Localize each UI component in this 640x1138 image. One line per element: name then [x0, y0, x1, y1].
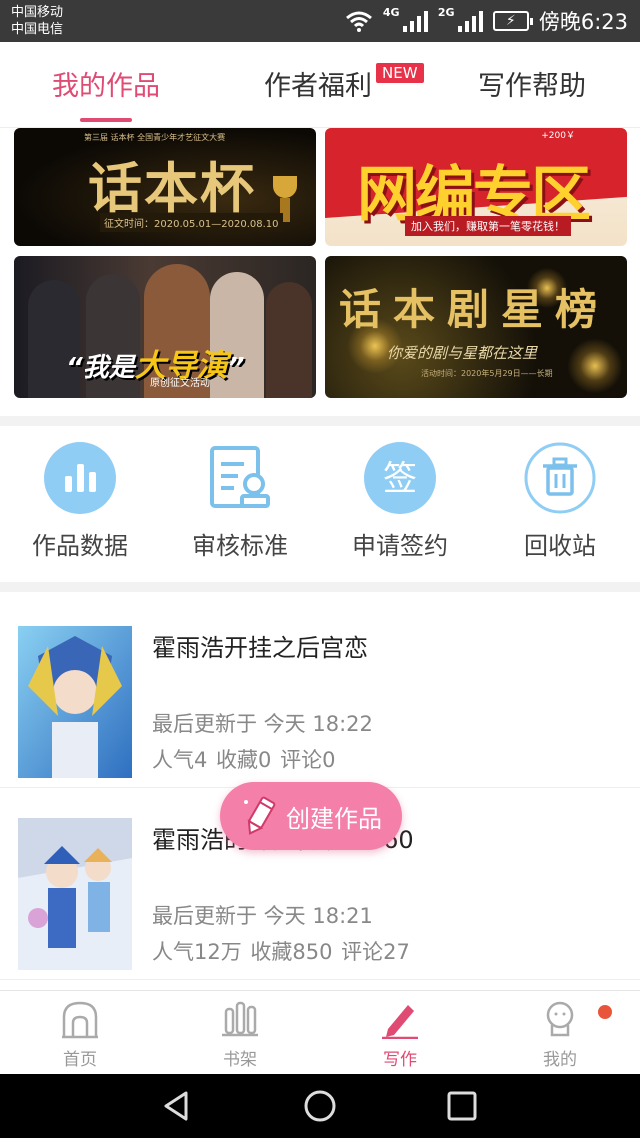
create-work-label: 创建作品 — [286, 804, 382, 833]
work-title: 霍雨浩开挂之后宫恋 — [152, 634, 368, 662]
top-tabs: 我的作品 作者福利 NEW 写作帮助 — [0, 42, 640, 128]
quick-review-standard[interactable]: 审核标准 — [160, 442, 320, 561]
work-stats: 人气4 收藏0 评论0 — [152, 748, 336, 772]
trash-icon — [524, 442, 596, 514]
home-button-icon[interactable] — [303, 1089, 337, 1123]
quick-works-data[interactable]: 作品数据 — [0, 442, 160, 561]
quick-label: 申请签约 — [352, 532, 448, 560]
carrier-info: 中国移动 中国电信 — [11, 4, 63, 38]
status-bar: 中国移动 中国电信 4G 2G ⚡ 傍晚6:23 — [0, 0, 640, 42]
nav-label: 我的 — [543, 1050, 577, 1070]
banner-director[interactable]: “我是大导演” 原创征文活动 — [14, 256, 316, 398]
section-divider — [0, 582, 640, 592]
new-badge: NEW — [376, 63, 424, 83]
nav-profile[interactable]: 我的 — [480, 999, 640, 1070]
create-work-button[interactable]: 创建作品 — [220, 782, 402, 850]
battery-charging-icon: ⚡ — [492, 11, 533, 31]
clock: 傍晚6:23 — [538, 10, 628, 34]
person-image — [266, 282, 312, 398]
work-cover-image — [18, 626, 132, 778]
system-nav-bar — [0, 1074, 640, 1138]
notification-dot — [598, 1005, 612, 1019]
bottom-nav: 首页 书架 写作 我的 — [0, 990, 640, 1074]
section-divider — [0, 416, 640, 426]
back-icon[interactable] — [160, 1089, 194, 1123]
bookshelf-icon — [222, 1001, 258, 1037]
banner-star-ranking-subtitle: 你爱的剧与星都在这里 — [387, 344, 538, 362]
work-stats: 人气12万 收藏850 评论27 — [152, 940, 410, 964]
banner-star-ranking[interactable]: 话本剧星榜 你爱的剧与星都在这里 活动时间：2020年5月29日——长期 — [325, 256, 627, 398]
banner-director-subtitle: 原创征文活动 — [150, 378, 210, 389]
banner-editor-amount: +200￥ — [541, 131, 575, 141]
work-last-updated: 最后更新于 今天 18:22 — [152, 712, 373, 736]
nav-bookshelf[interactable]: 书架 — [160, 999, 320, 1070]
quick-label: 作品数据 — [32, 532, 128, 560]
carrier-1: 中国移动 — [11, 5, 64, 20]
work-cover-image — [18, 818, 132, 970]
banner-director-title-pre: “我是 — [66, 353, 135, 383]
quick-recycle-bin[interactable]: 回收站 — [480, 442, 640, 561]
bar-chart-icon — [44, 442, 116, 514]
nav-label: 写作 — [383, 1050, 417, 1070]
banner-huaben-cup-date: 征文时间：2020.05.01—2020.08.10 — [100, 213, 283, 232]
nav-label: 首页 — [63, 1050, 97, 1070]
nav-label: 书架 — [223, 1050, 257, 1070]
banner-editor-zone[interactable]: +200￥ 网编专区 加入我们，赚取第一笔零花钱！ — [325, 128, 627, 246]
firework-decoration — [565, 336, 625, 396]
quick-apply-contract[interactable]: 签 申请签约 — [320, 442, 480, 561]
work-last-updated: 最后更新于 今天 18:21 — [152, 904, 373, 928]
carrier-2: 中国电信 — [11, 22, 64, 37]
signal-4g-icon: 4G — [383, 6, 428, 32]
nav-write[interactable]: 写作 — [320, 999, 480, 1070]
review-document-icon — [210, 446, 270, 508]
banner-editor-subtitle: 加入我们，赚取第一笔零花钱！ — [405, 216, 571, 236]
tab-author-benefits[interactable]: 作者福利 — [264, 64, 372, 103]
nav-home[interactable]: 首页 — [0, 999, 160, 1070]
svg-text:签: 签 — [383, 459, 417, 499]
signal-2g-icon: 2G — [438, 6, 483, 32]
home-icon — [62, 1001, 98, 1039]
quick-actions: 作品数据 审核标准 签 申请签约 回收站 — [0, 426, 640, 582]
banner-star-ranking-date: 活动时间：2020年5月29日——长期 — [421, 369, 553, 378]
pen-icon — [382, 1005, 418, 1039]
tab-my-works[interactable]: 我的作品 — [52, 64, 160, 103]
active-tab-indicator — [80, 118, 132, 122]
recent-apps-icon[interactable] — [445, 1089, 479, 1123]
profile-icon — [546, 1001, 574, 1037]
status-right: 4G 2G ⚡ 傍晚6:23 — [345, 6, 628, 34]
banner-star-ranking-title: 话本剧星榜 — [339, 285, 610, 334]
sign-contract-icon: 签 — [364, 442, 436, 514]
pencil-icon — [244, 796, 276, 835]
quick-label: 回收站 — [524, 532, 596, 560]
wifi-icon — [345, 11, 372, 32]
work-list-item[interactable]: 霍雨浩开挂之后宫恋 最后更新于 今天 18:22 人气4 收藏0 评论0 — [0, 598, 640, 788]
banner-huaben-cup[interactable]: 第三届 话本杯 全国青少年才艺征文大赛 话本杯 征文时间：2020.05.01—… — [14, 128, 316, 246]
quick-label: 审核标准 — [192, 532, 288, 560]
banner-huaben-cup-header: 第三届 话本杯 全国青少年才艺征文大赛 — [84, 133, 226, 142]
tab-writing-help[interactable]: 写作帮助 — [478, 64, 586, 103]
banner-director-title-post: ” — [227, 353, 245, 383]
banner-huaben-cup-title: 话本杯 — [88, 156, 256, 220]
